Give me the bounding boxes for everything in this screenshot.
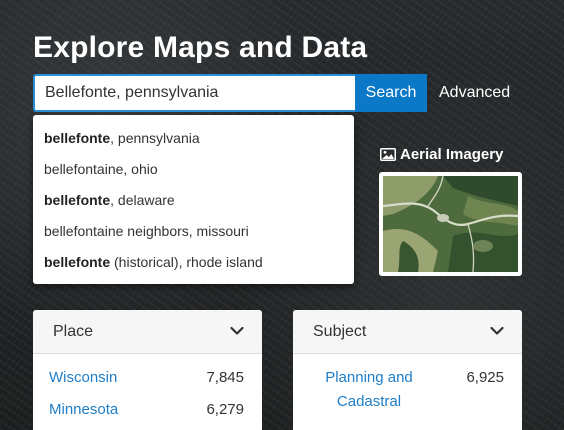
facet-link-wisconsin[interactable]: Wisconsin <box>49 366 117 390</box>
autocomplete-item[interactable]: bellefonte (historical), rhode island <box>33 247 354 278</box>
place-facet-card: Place Wisconsin 7,845 Minnesota 6,279 <box>33 310 262 430</box>
aerial-imagery-thumbnail[interactable] <box>379 172 522 276</box>
facet-count: 6,925 <box>466 369 504 386</box>
facet-link-planning-cadastral[interactable]: Planning and Cadastral <box>309 366 429 414</box>
autocomplete-item[interactable]: bellefontaine neighbors, missouri <box>33 216 354 247</box>
facet-count: 6,279 <box>206 401 244 418</box>
search-button[interactable]: Search <box>355 74 427 112</box>
search-input[interactable] <box>33 74 355 112</box>
subject-facet-title: Subject <box>313 322 367 340</box>
chevron-down-icon <box>490 323 504 341</box>
advanced-search-link[interactable]: Advanced <box>439 74 510 112</box>
facet-count: 7,845 <box>206 369 244 386</box>
facet-row: Minnesota 6,279 <box>49 398 244 422</box>
aerial-photo-image <box>383 176 518 272</box>
search-bar: Search Advanced <box>33 74 510 112</box>
place-facet-header[interactable]: Place <box>33 310 262 354</box>
autocomplete-item[interactable]: bellefonte, pennsylvania <box>33 123 354 154</box>
place-facet-title: Place <box>53 322 94 340</box>
page-title: Explore Maps and Data <box>33 31 368 64</box>
image-icon <box>380 148 396 161</box>
facet-row: Wisconsin 7,845 <box>49 366 244 390</box>
subject-facet-card: Subject Planning and Cadastral 6,925 <box>293 310 522 430</box>
facet-link-minnesota[interactable]: Minnesota <box>49 398 118 422</box>
chevron-down-icon <box>230 323 244 341</box>
facet-row: Planning and Cadastral 6,925 <box>309 366 504 414</box>
aerial-imagery-heading: Aerial Imagery <box>380 146 503 163</box>
subject-facet-header[interactable]: Subject <box>293 310 522 354</box>
aerial-imagery-label: Aerial Imagery <box>400 146 504 163</box>
autocomplete-list: bellefonte, pennsylvania bellefontaine, … <box>33 115 354 284</box>
autocomplete-item[interactable]: bellefonte, delaware <box>33 185 354 216</box>
autocomplete-item[interactable]: bellefontaine, ohio <box>33 154 354 185</box>
